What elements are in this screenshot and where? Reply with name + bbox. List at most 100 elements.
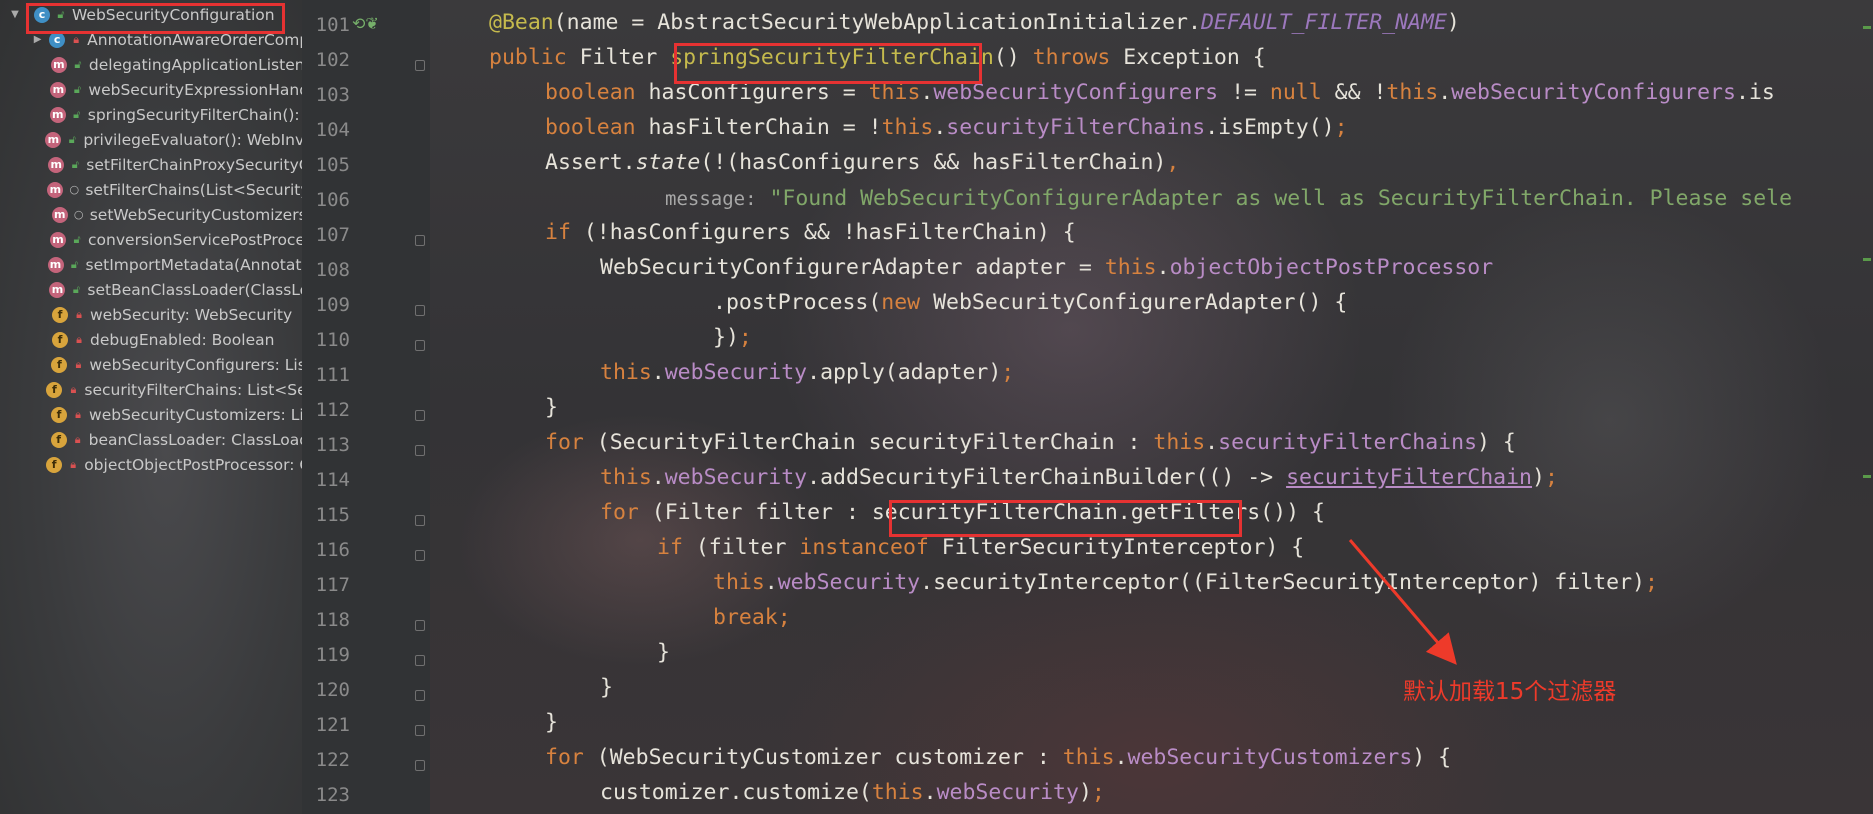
method-icon: m (47, 256, 64, 273)
line-number: 119 (315, 644, 350, 666)
method-icon: m (50, 81, 67, 98)
structure-item[interactable]: m 🔓︎ privilegeEvaluator(): WebInvocationPr… (0, 127, 302, 152)
collapse-arrow-icon[interactable]: ▼ (8, 9, 22, 20)
structure-item[interactable]: m 🔓︎ setFilterChainProxySecurityConfigurer (0, 152, 302, 177)
code-line-110: }); (713, 325, 752, 350)
fold-marker-icon[interactable] (415, 690, 425, 701)
structure-item-label: conversionServicePostProcessor (88, 230, 302, 249)
field-icon: f (51, 356, 68, 373)
fold-marker-icon[interactable] (415, 410, 425, 421)
fold-marker-icon[interactable] (415, 340, 425, 351)
line-number: 118 (315, 609, 350, 631)
code-line-119: } (657, 640, 670, 665)
structure-item-label: webSecurityConfigurers: List (89, 355, 302, 374)
structure-item[interactable]: m 🔓︎ delegatingApplicationListener (0, 52, 302, 77)
line-number: 120 (315, 679, 350, 701)
code-editor[interactable]: @Bean(name = AbstractSecurityWebApplicat… (430, 0, 1873, 814)
line-number: 111 (315, 364, 350, 386)
fold-marker-icon[interactable] (415, 725, 425, 736)
structure-item[interactable]: m ○ setFilterChains(List<SecurityFilterCha… (0, 177, 302, 202)
line-number: 116 (315, 539, 350, 561)
code-line-107: if (!hasConfigurers && !hasFilterChain) … (545, 220, 1076, 245)
package-visibility-icon: ○ (69, 183, 80, 196)
structure-item[interactable]: f 🔒︎ webSecurityConfigurers: List (0, 352, 302, 377)
annotation-text: 默认加载15个过滤器 (1403, 679, 1617, 705)
structure-item-label: webSecurityCustomizers: List (89, 405, 302, 424)
line-number: 102 (315, 49, 350, 71)
line-number: 117 (315, 574, 350, 596)
lock-open-icon: 🔓︎ (74, 57, 82, 71)
lock-icon: 🔒︎ (76, 307, 82, 321)
fold-marker-icon[interactable] (415, 445, 425, 456)
line-number: 113 (315, 434, 350, 456)
lock-open-icon: 🔓︎ (73, 82, 81, 96)
get-filters-highlight-box (889, 500, 1242, 537)
lock-icon: 🔒︎ (73, 32, 80, 46)
line-number: 114 (315, 469, 350, 491)
structure-item-label: securityFilterChains: List<SecurityFilte… (84, 380, 302, 399)
lock-open-icon: 🔓︎ (73, 107, 81, 121)
code-line-103: boolean hasConfigurers = this.webSecurit… (545, 80, 1775, 105)
bean-gutter-icons[interactable]: ⟲❦ (352, 14, 379, 33)
structure-item[interactable]: f 🔒︎ beanClassLoader: ClassLoader (0, 427, 302, 452)
code-line-105: Assert.state(!(hasConfigurers && hasFilt… (545, 150, 1180, 175)
code-line-104: boolean hasFilterChain = !this.securityF… (545, 115, 1348, 140)
structure-item[interactable]: m 🔓︎ setBeanClassLoader(ClassLoader) (0, 277, 302, 302)
fold-marker-icon[interactable] (415, 515, 425, 526)
code-line-122: for (WebSecurityCustomizer customizer : … (545, 745, 1452, 770)
fold-marker-icon[interactable] (415, 550, 425, 561)
editor-gutter: ⟲❦ 101 102 103 104 105 106 107 108 109 110 111 112 1… (302, 0, 431, 814)
structure-item[interactable]: f 🔒︎ webSecurity: WebSecurity (0, 302, 302, 327)
method-icon: m (49, 106, 66, 123)
bean-icon[interactable]: ❦ (365, 14, 378, 33)
expand-arrow-icon[interactable]: ▶ (32, 34, 43, 45)
code-line-116: if (filter instanceof FilterSecurityInte… (657, 535, 1305, 560)
method-icon: m (45, 131, 62, 148)
code-line-121: } (545, 710, 558, 735)
fold-marker-icon[interactable] (415, 60, 425, 71)
code-line-113: for (SecurityFilterChain securityFilterC… (545, 430, 1516, 455)
structure-item[interactable]: m ○ setWebSecurityCustomizers (0, 202, 302, 227)
structure-item-label: setWebSecurityCustomizers (89, 205, 302, 224)
navigate-icon[interactable]: ⟲ (352, 14, 365, 33)
line-number: 108 (315, 259, 350, 281)
lock-open-icon: 🔓︎ (71, 157, 79, 171)
structure-item[interactable]: f 🔒︎ objectObjectPostProcessor: ObjectPost… (0, 452, 302, 477)
structure-item[interactable]: f 🔒︎ debugEnabled: Boolean (0, 327, 302, 352)
code-line-112: } (545, 395, 558, 420)
fold-marker-icon[interactable] (415, 305, 425, 316)
fold-marker-icon[interactable] (415, 620, 425, 631)
field-icon: f (46, 381, 63, 398)
code-line-120: } (600, 675, 613, 700)
line-number: 122 (315, 749, 350, 771)
lock-open-icon: 🔓︎ (68, 132, 76, 146)
method-icon: m (50, 56, 67, 73)
fold-marker-icon[interactable] (415, 760, 425, 771)
lock-open-icon: 🔓︎ (70, 257, 79, 271)
code-line-101: @Bean(name = AbstractSecurityWebApplicat… (489, 10, 1460, 35)
structure-item-label: delegatingApplicationListener (88, 55, 302, 74)
structure-item[interactable]: m 🔓︎ conversionServicePostProcessor (0, 227, 302, 252)
structure-item-label: objectObjectPostProcessor: ObjectPostPro… (84, 455, 302, 474)
structure-item[interactable]: m 🔓︎ springSecurityFilterChain(): Filter (0, 102, 302, 127)
structure-item[interactable]: m 🔓︎ webSecurityExpressionHandler (0, 77, 302, 102)
lock-open-icon: 🔓︎ (72, 282, 80, 296)
structure-item-label: springSecurityFilterChain(): Filter (87, 105, 302, 124)
field-icon: f (52, 306, 68, 323)
structure-item[interactable]: f 🔒︎ securityFilterChains: List<SecurityFi… (0, 377, 302, 402)
method-icon: m (49, 281, 66, 298)
line-number: 104 (315, 119, 350, 141)
fold-marker-icon[interactable] (415, 655, 425, 666)
line-number: 115 (315, 504, 350, 526)
fold-marker-icon[interactable] (415, 235, 425, 246)
structure-item-label: setFilterChainProxySecurityConfigurer (86, 155, 302, 174)
line-number: 110 (315, 329, 350, 351)
structure-item-label: privilegeEvaluator(): WebInvocationPrivi… (83, 130, 302, 149)
structure-item[interactable]: m 🔓︎ setImportMetadata(AnnotationMetadata) (0, 252, 302, 277)
code-line-118: break; (713, 605, 791, 630)
lock-open-icon: 🔓︎ (73, 232, 81, 246)
line-number: 123 (315, 784, 350, 806)
code-line-114: this.webSecurity.addSecurityFilterChainB… (600, 465, 1558, 490)
structure-item[interactable]: f 🔒︎ webSecurityCustomizers: List (0, 402, 302, 427)
editor-scrollbar[interactable] (1859, 0, 1873, 814)
